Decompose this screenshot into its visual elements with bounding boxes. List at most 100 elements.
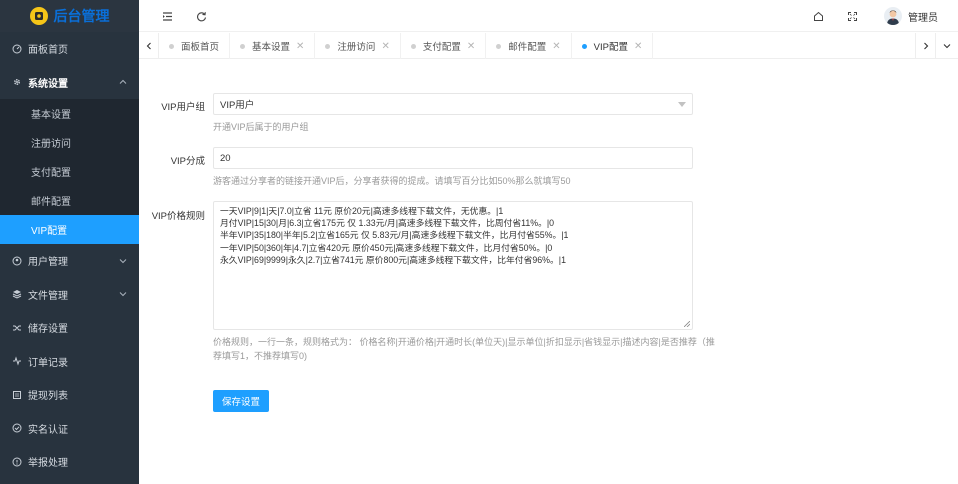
close-icon[interactable]: ✕ xyxy=(381,41,389,52)
refresh-icon xyxy=(196,11,206,21)
sidebar-item-reports[interactable]: 举报处理 xyxy=(0,445,139,479)
tab-label: 邮件配置 xyxy=(508,42,547,53)
user-name: 管理员 xyxy=(908,12,938,24)
tab-dashboard[interactable]: 面板首页 xyxy=(159,33,231,59)
user-menu[interactable]: 管理员 xyxy=(884,0,938,32)
sidebar-subitem-payment[interactable]: 支付配置 xyxy=(0,157,139,186)
tab-dot xyxy=(410,43,416,49)
vip-group-label: VIP用户组 xyxy=(161,102,205,113)
tab-label: 支付配置 xyxy=(422,42,461,53)
tab-bar: 面板首页 基本设置 ✕ 注册访问 ✕ 支付配置 ✕ 邮件配置 ✕ VIP配置 ✕ xyxy=(139,33,958,59)
refresh-button[interactable] xyxy=(187,0,215,32)
shuffle-icon xyxy=(12,323,22,333)
tab-payment[interactable]: 支付配置 ✕ xyxy=(401,33,487,59)
save-button[interactable]: 保存设置 xyxy=(213,390,269,412)
sidebar-item-label: 储存设置 xyxy=(28,324,68,336)
dashboard-icon xyxy=(12,44,22,54)
sidebar-item-label: 用户管理 xyxy=(28,257,68,269)
sidebar-item-label: 提现列表 xyxy=(28,391,68,403)
sidebar-item-files[interactable]: 文件管理 xyxy=(0,278,139,312)
chevron-left-icon xyxy=(146,42,151,50)
vip-rules-label: VIP价格规则 xyxy=(151,211,205,222)
sidebar-item-label: 文件管理 xyxy=(28,290,68,302)
sidebar-subitem-basic-settings[interactable]: 基本设置 xyxy=(0,99,139,128)
sidebar-item-system-settings[interactable]: 系统设置 xyxy=(0,66,139,100)
vip-rule-line: 永久VIP|69|9999|永久|2.7|立省741元 原价800元|高速多线程… xyxy=(220,254,566,265)
gear-icon xyxy=(12,77,22,87)
resize-handle-icon[interactable] xyxy=(684,321,690,327)
vip-group-value: VIP用户 xyxy=(220,100,255,111)
chevron-down-icon xyxy=(119,292,127,297)
chevron-down-icon xyxy=(943,44,951,49)
user-icon xyxy=(12,256,22,266)
tabs-scroll-right-button[interactable] xyxy=(915,33,935,59)
sidebar-item-label: 系统设置 xyxy=(28,78,68,90)
layers-icon xyxy=(12,289,22,299)
sidebar-submenu-system-settings: 基本设置 注册访问 支付配置 邮件配置 VIP配置 xyxy=(0,99,139,244)
fullscreen-icon xyxy=(847,11,857,21)
sidebar-subitem-registration[interactable]: 注册访问 xyxy=(0,128,139,157)
tab-label: VIP配置 xyxy=(593,42,628,53)
vip-rule-line: 一天VIP|9|1|天|7.0|立省 11元 原价20元|高速多线程下载文件，无… xyxy=(220,206,504,216)
vip-settings-form: VIP用户组 VIP用户 开通VIP后属于的用户组 VIP分成 20 游客通过分… xyxy=(139,60,958,484)
tab-dot xyxy=(581,43,587,49)
menu-fold-icon xyxy=(162,11,172,21)
sidebar-item-withdrawals[interactable]: 提现列表 xyxy=(0,378,139,412)
chevron-down-icon xyxy=(119,258,127,263)
top-header: 管理员 xyxy=(139,0,958,32)
vip-rule-line: 一年VIP|50|360|年|4.7|立省420元 原价450元|高速多线程下载… xyxy=(220,242,553,253)
sidebar-item-label: 面板首页 xyxy=(28,45,68,57)
home-icon xyxy=(813,11,823,21)
caret-down-icon xyxy=(678,102,686,107)
avatar xyxy=(884,7,902,25)
tab-dot xyxy=(496,43,502,49)
tab-dot xyxy=(169,43,174,49)
menu-toggle-button[interactable] xyxy=(153,0,181,32)
tabs-scroll-left-button[interactable] xyxy=(139,33,159,59)
tab-email[interactable]: 邮件配置 ✕ xyxy=(486,33,572,59)
list-icon xyxy=(12,390,22,400)
chevron-up-icon xyxy=(119,80,127,85)
sidebar-item-storage[interactable]: 储存设置 xyxy=(0,311,139,345)
vip-share-value: 20 xyxy=(220,152,231,164)
app-title: 后台管理 xyxy=(53,8,110,24)
fullscreen-button[interactable] xyxy=(838,0,866,32)
tab-label: 基本设置 xyxy=(252,42,291,53)
logo[interactable]: 后台管理 xyxy=(0,0,139,32)
vip-rules-hint: 价格规则，一行一条，规则格式为： 价格名称|开通价格|开通时长(单位天)|显示单… xyxy=(213,335,715,363)
vip-group-hint: 开通VIP后属于的用户组 xyxy=(213,122,309,132)
vip-share-label: VIP分成 xyxy=(170,156,205,167)
sidebar-subitem-email[interactable]: 邮件配置 xyxy=(0,186,139,215)
vip-rules-hint-line: 价格规则，一行一条，规则格式为： 价格名称|开通价格|开通时长(单位天)|显示单… xyxy=(213,337,715,347)
vip-rule-line: 月付VIP|15|30|月|6.3|立省175元 仅 1.33元/月|高速多线程… xyxy=(220,218,555,229)
sidebar-item-label: 订单记录 xyxy=(28,357,68,369)
tab-vip[interactable]: VIP配置 ✕ xyxy=(572,33,654,59)
sidebar-item-users[interactable]: 用户管理 xyxy=(0,244,139,278)
tab-dot xyxy=(240,43,246,49)
close-icon[interactable]: ✕ xyxy=(634,41,642,52)
close-icon[interactable]: ✕ xyxy=(552,41,560,52)
tab-list: 面板首页 基本设置 ✕ 注册访问 ✕ 支付配置 ✕ 邮件配置 ✕ VIP配置 ✕ xyxy=(159,33,654,59)
close-icon[interactable]: ✕ xyxy=(296,41,304,52)
logo-icon xyxy=(29,7,48,25)
vip-group-select[interactable]: VIP用户 xyxy=(213,93,693,115)
activity-icon xyxy=(12,356,22,366)
sidebar-item-dashboard[interactable]: 面板首页 xyxy=(0,32,139,66)
sidebar-item-verification[interactable]: 实名认证 xyxy=(0,412,139,446)
vip-rules-textarea[interactable]: 一天VIP|9|1|天|7.0|立省 11元 原价20元|高速多线程下载文件，无… xyxy=(213,201,693,330)
tab-label: 注册访问 xyxy=(337,42,376,53)
shield-check-icon xyxy=(12,423,22,433)
vip-rule-line: 半年VIP|35|180|半年|5.2|立省165元 仅 5.83元/月|高速多… xyxy=(220,230,569,241)
home-button[interactable] xyxy=(804,0,832,32)
close-icon[interactable]: ✕ xyxy=(467,41,475,52)
sidebar-item-orders[interactable]: 订单记录 xyxy=(0,345,139,379)
tabs-menu-button[interactable] xyxy=(935,33,958,59)
vip-share-hint: 游客通过分享者的链接开通VIP后，分享者获得的提成。请填写百分比如50%那么就填… xyxy=(213,176,571,186)
tab-basic-settings[interactable]: 基本设置 ✕ xyxy=(230,33,316,59)
tab-label: 面板首页 xyxy=(181,42,220,53)
tab-registration[interactable]: 注册访问 ✕ xyxy=(315,33,401,59)
vip-share-input[interactable]: 20 xyxy=(213,147,693,169)
sidebar-menu: 面板首页 系统设置 基本设置 注册访问 支付配置 邮件配置 VIP配置 用户管理 xyxy=(0,32,139,479)
vip-rules-hint-line: 荐填写1，不推荐填写0) xyxy=(213,351,308,361)
sidebar-subitem-vip[interactable]: VIP配置 xyxy=(0,215,139,244)
